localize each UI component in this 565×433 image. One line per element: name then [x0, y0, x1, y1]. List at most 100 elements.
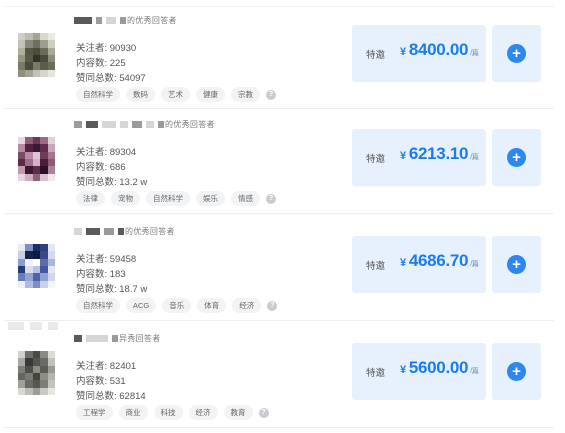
avatar-pixel — [32, 280, 41, 288]
add-button-container[interactable]: + — [492, 236, 541, 293]
avatar-pixel — [32, 244, 41, 252]
topic-tag[interactable]: 数码 — [126, 87, 155, 102]
avatar[interactable] — [18, 137, 55, 181]
followers-count: 关注者: 82401 — [76, 361, 137, 372]
avatar-pixel — [18, 273, 26, 281]
help-icon[interactable]: ? — [266, 89, 276, 100]
avatar-pixel — [25, 159, 33, 167]
avatar-pixel — [40, 159, 48, 167]
help-icon[interactable]: ? — [258, 407, 269, 418]
avatar-pixel — [25, 387, 33, 395]
avatar-pixel — [25, 251, 33, 259]
avatar-pixel — [47, 280, 55, 288]
avatar-pixel — [25, 380, 33, 388]
invite-price-button[interactable]: 特邀 ¥4686.70/篇 — [352, 236, 486, 293]
avatar-pixel — [40, 244, 48, 252]
avatar-pixel — [47, 387, 55, 395]
topic-tag[interactable]: 商业 — [118, 405, 148, 420]
followers-count: 关注者: 59458 — [76, 254, 137, 265]
avatar-pixel — [32, 159, 41, 167]
topic-tag[interactable]: 教育 — [223, 405, 253, 420]
avatar-pixel — [18, 266, 26, 274]
topic-tag[interactable]: ACG — [126, 298, 157, 313]
topic-tag[interactable]: 经济 — [232, 298, 262, 313]
topic-tag[interactable]: 经济 — [188, 405, 218, 420]
avatar-pixel — [25, 280, 33, 288]
add-icon[interactable]: + — [507, 148, 526, 167]
avatar-pixel — [47, 69, 55, 77]
topic-tag[interactable]: 宠物 — [111, 191, 140, 206]
answerer-title: 的优秀回答者 — [74, 14, 177, 26]
price: ¥5600.00/篇 — [400, 358, 479, 378]
avatar-pixel — [47, 144, 55, 152]
avatar-pixel — [32, 273, 41, 281]
avatar-pixel — [47, 258, 55, 266]
avatar-pixel — [40, 137, 48, 145]
avatar-pixel — [25, 151, 33, 159]
price-unit: /篇 — [470, 368, 479, 375]
currency-symbol: ¥ — [400, 257, 406, 269]
invite-price-button[interactable]: 特邀 ¥6213.10/篇 — [352, 129, 486, 186]
invite-label: 特邀 — [366, 50, 386, 61]
avatar-pixel — [47, 351, 55, 359]
followers-count: 关注者: 89304 — [76, 147, 137, 158]
topic-tag[interactable]: 工程学 — [76, 405, 113, 420]
avatar-pixel — [25, 173, 33, 181]
avatar-pixel — [18, 62, 26, 70]
invite-price-button[interactable]: 特邀 ¥8400.00/篇 — [352, 25, 486, 82]
add-icon[interactable]: + — [507, 362, 526, 381]
price: ¥4686.70/篇 — [400, 251, 479, 271]
avatar-pixel — [40, 151, 48, 159]
add-button-container[interactable]: + — [492, 25, 541, 82]
topic-tag[interactable]: 情感 — [231, 191, 260, 206]
content-count: 内容数: 531 — [76, 376, 126, 387]
avatar-pixel — [18, 173, 26, 181]
likes-count: 赞同总数: 13.2 w — [76, 177, 148, 188]
topic-tag[interactable]: 健康 — [196, 87, 225, 102]
topic-tag[interactable]: 体育 — [197, 298, 227, 313]
avatar-pixel — [40, 351, 48, 359]
avatar-pixel — [32, 251, 41, 259]
price-value: 8400.00 — [408, 40, 469, 59]
topic-tag[interactable]: 宗教 — [231, 87, 260, 102]
avatar-pixel — [47, 380, 55, 388]
avatar-pixel — [32, 62, 41, 70]
add-button-container[interactable]: + — [492, 129, 541, 186]
add-icon[interactable]: + — [507, 255, 526, 274]
avatar-pixel — [47, 365, 55, 373]
topic-tag[interactable]: 自然科学 — [76, 298, 120, 313]
content-count: 内容数: 225 — [76, 58, 126, 69]
title-suffix: 的优秀回答者 — [127, 15, 177, 25]
topic-tag[interactable]: 音乐 — [162, 298, 192, 313]
topic-tag[interactable]: 娱乐 — [196, 191, 225, 206]
add-icon[interactable]: + — [507, 44, 526, 63]
price-value: 6213.10 — [408, 144, 469, 163]
avatar-pixel — [40, 380, 48, 388]
avatar[interactable] — [18, 244, 55, 288]
avatar[interactable] — [18, 351, 55, 395]
likes-count: 赞同总数: 18.7 w — [76, 284, 148, 295]
avatar-pixel — [25, 266, 33, 274]
add-button-container[interactable]: + — [492, 343, 541, 400]
topic-tag[interactable]: 艺术 — [161, 87, 190, 102]
topic-tag[interactable]: 法律 — [76, 191, 105, 206]
avatar-pixel — [47, 166, 55, 174]
avatar-pixel — [25, 47, 33, 55]
avatar-pixel — [18, 365, 26, 373]
help-icon[interactable]: ? — [266, 193, 276, 204]
avatar-pixel — [25, 358, 33, 366]
topic-tag[interactable]: 自然科学 — [146, 191, 190, 206]
topic-tags: 自然科学 ACG 音乐 体育 经济 ? — [76, 298, 278, 313]
avatar[interactable] — [18, 33, 55, 77]
invite-price-button[interactable]: 特邀 ¥5600.00/篇 — [352, 343, 486, 400]
avatar-pixel — [18, 258, 26, 266]
avatar-pixel — [47, 55, 55, 63]
answerer-title: 异秀回答者 — [74, 332, 161, 344]
help-icon[interactable]: ? — [267, 300, 278, 311]
avatar-pixel — [32, 33, 41, 41]
avatar-pixel — [47, 40, 55, 48]
likes-count: 赞同总数: 54097 — [76, 73, 146, 84]
topic-tag[interactable]: 自然科学 — [76, 87, 120, 102]
avatar-pixel — [18, 47, 26, 55]
topic-tag[interactable]: 科技 — [153, 405, 183, 420]
